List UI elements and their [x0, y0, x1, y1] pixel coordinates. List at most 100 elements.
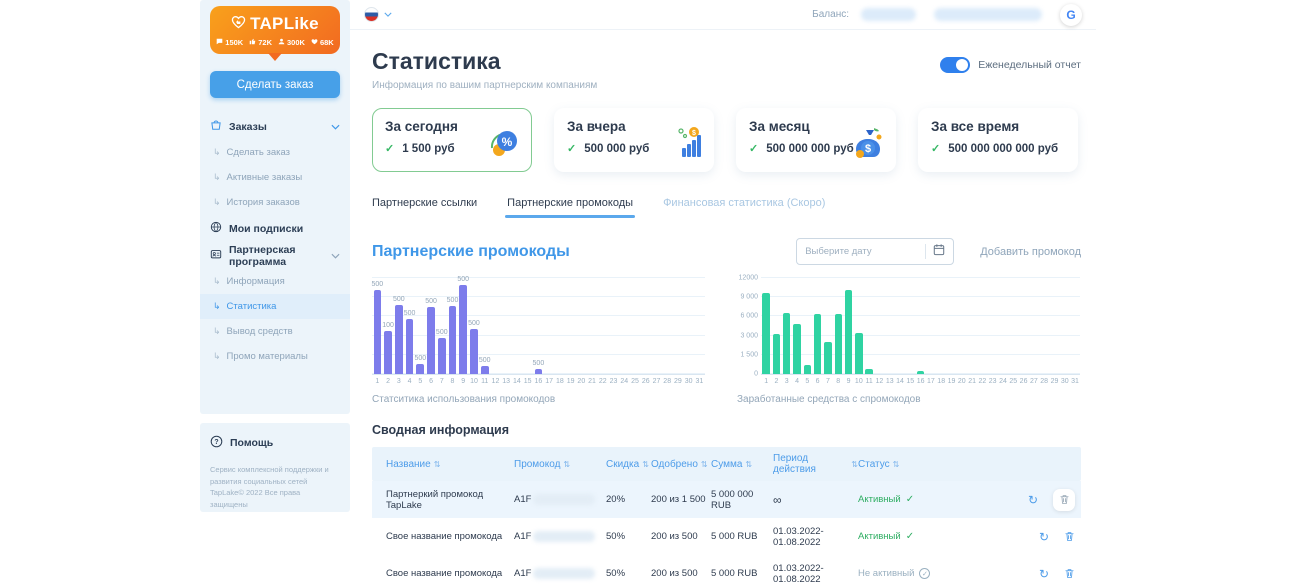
bar-slot: 100 — [383, 278, 394, 374]
discount-cell: 20% — [606, 494, 651, 505]
bar-slot — [619, 278, 630, 374]
bar-slot — [587, 278, 598, 374]
column-label: Одобрено — [651, 459, 698, 470]
trash-icon[interactable] — [1064, 531, 1075, 542]
refresh-icon[interactable]: ↻ — [1039, 530, 1049, 544]
bar-slot — [905, 278, 915, 374]
status-label: Активный — [858, 531, 901, 542]
x-axis-tick: 1 — [761, 378, 771, 385]
sidebar-item-information[interactable]: ↳Информация — [210, 269, 340, 294]
x-axis-tick: 21 — [587, 378, 598, 385]
bar-slot — [512, 278, 523, 374]
stat-cards: За сегодня ✓1 500 руб % За вчера ✓500 00… — [372, 108, 1081, 172]
heart-icon — [311, 38, 318, 47]
refresh-icon[interactable]: ↻ — [1028, 493, 1038, 507]
bar — [865, 369, 872, 374]
bar-slot — [874, 278, 884, 374]
calendar-icon[interactable] — [933, 243, 945, 261]
column-header-5[interactable]: Период действия⇅ — [773, 453, 858, 475]
google-icon[interactable]: G — [1060, 4, 1082, 26]
bar-slot — [694, 278, 705, 374]
x-axis-tick: 12 — [490, 378, 501, 385]
column-header-2[interactable]: Скидка⇅ — [606, 459, 651, 470]
x-axis-tick: 30 — [1060, 378, 1070, 385]
y-axis-tick: 3 000 — [735, 332, 758, 339]
return-arrow-icon: ↳ — [213, 351, 221, 362]
x-axis-tick: 29 — [673, 378, 684, 385]
column-header-4[interactable]: Сумма⇅ — [711, 459, 773, 470]
chevron-down-icon[interactable] — [384, 12, 392, 17]
x-axis-tick: 30 — [683, 378, 694, 385]
x-axis-tick: 7 — [436, 378, 447, 385]
bar-value-label: 500 — [414, 355, 426, 362]
bar — [449, 306, 457, 374]
column-label: Промокод — [514, 459, 560, 470]
column-header-3[interactable]: Одобрено⇅ — [651, 459, 711, 470]
x-axis-tick: 14 — [512, 378, 523, 385]
status-check-icon: ✓ — [906, 494, 914, 505]
column-header-1[interactable]: Промокод⇅ — [514, 459, 606, 470]
approved-cell: 200 из 500 — [651, 568, 711, 579]
bar — [793, 324, 800, 374]
card-today[interactable]: За сегодня ✓1 500 руб % — [372, 108, 532, 172]
bar-slot — [544, 278, 555, 374]
trash-icon[interactable] — [1064, 568, 1075, 579]
column-header-6[interactable]: Статус⇅ — [858, 459, 948, 470]
row-actions: ↻ — [1023, 489, 1081, 511]
bar-slot — [683, 278, 694, 374]
sidebar-item-promo-materials[interactable]: ↳Промо материалы — [210, 344, 340, 369]
sidebar-item-make-order[interactable]: ↳Сделать заказ — [210, 140, 340, 165]
card-all-time[interactable]: За все время ✓500 000 000 000 руб — [918, 108, 1078, 172]
sidebar-item-label: Сделать заказ — [227, 147, 290, 158]
bar-slot — [988, 278, 998, 374]
card-value: 500 000 000 000 руб — [948, 143, 1058, 155]
sidebar-item-subscriptions[interactable]: Мои подписки — [210, 215, 340, 242]
cart-icon — [210, 119, 222, 134]
y-axis-tick: 0 — [735, 371, 758, 378]
bar-value-label: 500 — [457, 276, 469, 283]
trash-icon[interactable] — [1053, 489, 1075, 511]
bar-slot — [651, 278, 662, 374]
column-header-0[interactable]: Название⇅ — [386, 459, 514, 470]
toggle-knob — [956, 59, 968, 71]
blurred-code-value — [533, 494, 595, 505]
bar — [762, 293, 769, 374]
table-row: Свое название промокодаA1F50%200 из 5005… — [372, 518, 1081, 555]
tab-partner-promocodes[interactable]: Партнерские промокоды — [507, 197, 633, 218]
return-arrow-icon: ↳ — [213, 172, 221, 183]
x-axis-tick: 29 — [1049, 378, 1059, 385]
sidebar-item-label: Активные заказы — [227, 172, 303, 183]
blurred-code-value — [533, 568, 595, 579]
topbar: Баланс: G — [350, 0, 1096, 30]
sidebar-item-active-orders[interactable]: ↳ Активные заказы — [210, 165, 340, 190]
date-picker-input[interactable]: Выберите дату — [796, 238, 954, 265]
sidebar-item-orders[interactable]: Заказы — [210, 113, 340, 140]
card-month[interactable]: За месяц ✓500 000 000 руб $ — [736, 108, 896, 172]
table-row: Партнеркий промокод TapLakeA1F20%200 из … — [372, 481, 1081, 518]
sidebar-item-partner-program[interactable]: Партнерская программа — [210, 242, 340, 269]
bar-slot — [597, 278, 608, 374]
bar-slot — [792, 278, 802, 374]
x-axis-tick: 31 — [694, 378, 705, 385]
sidebar-item-label: Информация — [227, 276, 285, 287]
add-promocode-button[interactable]: Добавить промокод — [980, 246, 1081, 258]
weekly-report-toggle[interactable] — [940, 57, 970, 73]
refresh-icon[interactable]: ↻ — [1039, 567, 1049, 581]
sidebar-item-statistics[interactable]: ↳Статистика — [200, 294, 350, 319]
globe-icon — [210, 221, 222, 236]
charts: 500100500500500500500500500500500500 123… — [372, 278, 1081, 405]
bar-slot — [812, 278, 822, 374]
sidebar-item-help[interactable]: ? Помощь — [210, 435, 340, 451]
tab-financial-statistics[interactable]: Финансовая статистика (Скоро) — [663, 197, 825, 218]
tab-partner-links[interactable]: Партнерские ссылки — [372, 197, 477, 218]
sidebar-item-withdrawal[interactable]: ↳Вывод средств — [210, 319, 340, 344]
bar-slot — [490, 278, 501, 374]
bar-slot — [1039, 278, 1049, 374]
language-flag-ru[interactable] — [364, 7, 379, 22]
bar-value-label: 100 — [382, 322, 394, 329]
make-order-button[interactable]: Сделать заказ — [210, 71, 340, 98]
sidebar-item-order-history[interactable]: ↳История заказов — [210, 190, 340, 215]
divider — [925, 244, 926, 259]
card-yesterday[interactable]: За вчера ✓500 000 руб $ — [554, 108, 714, 172]
x-axis-tick: 19 — [946, 378, 956, 385]
